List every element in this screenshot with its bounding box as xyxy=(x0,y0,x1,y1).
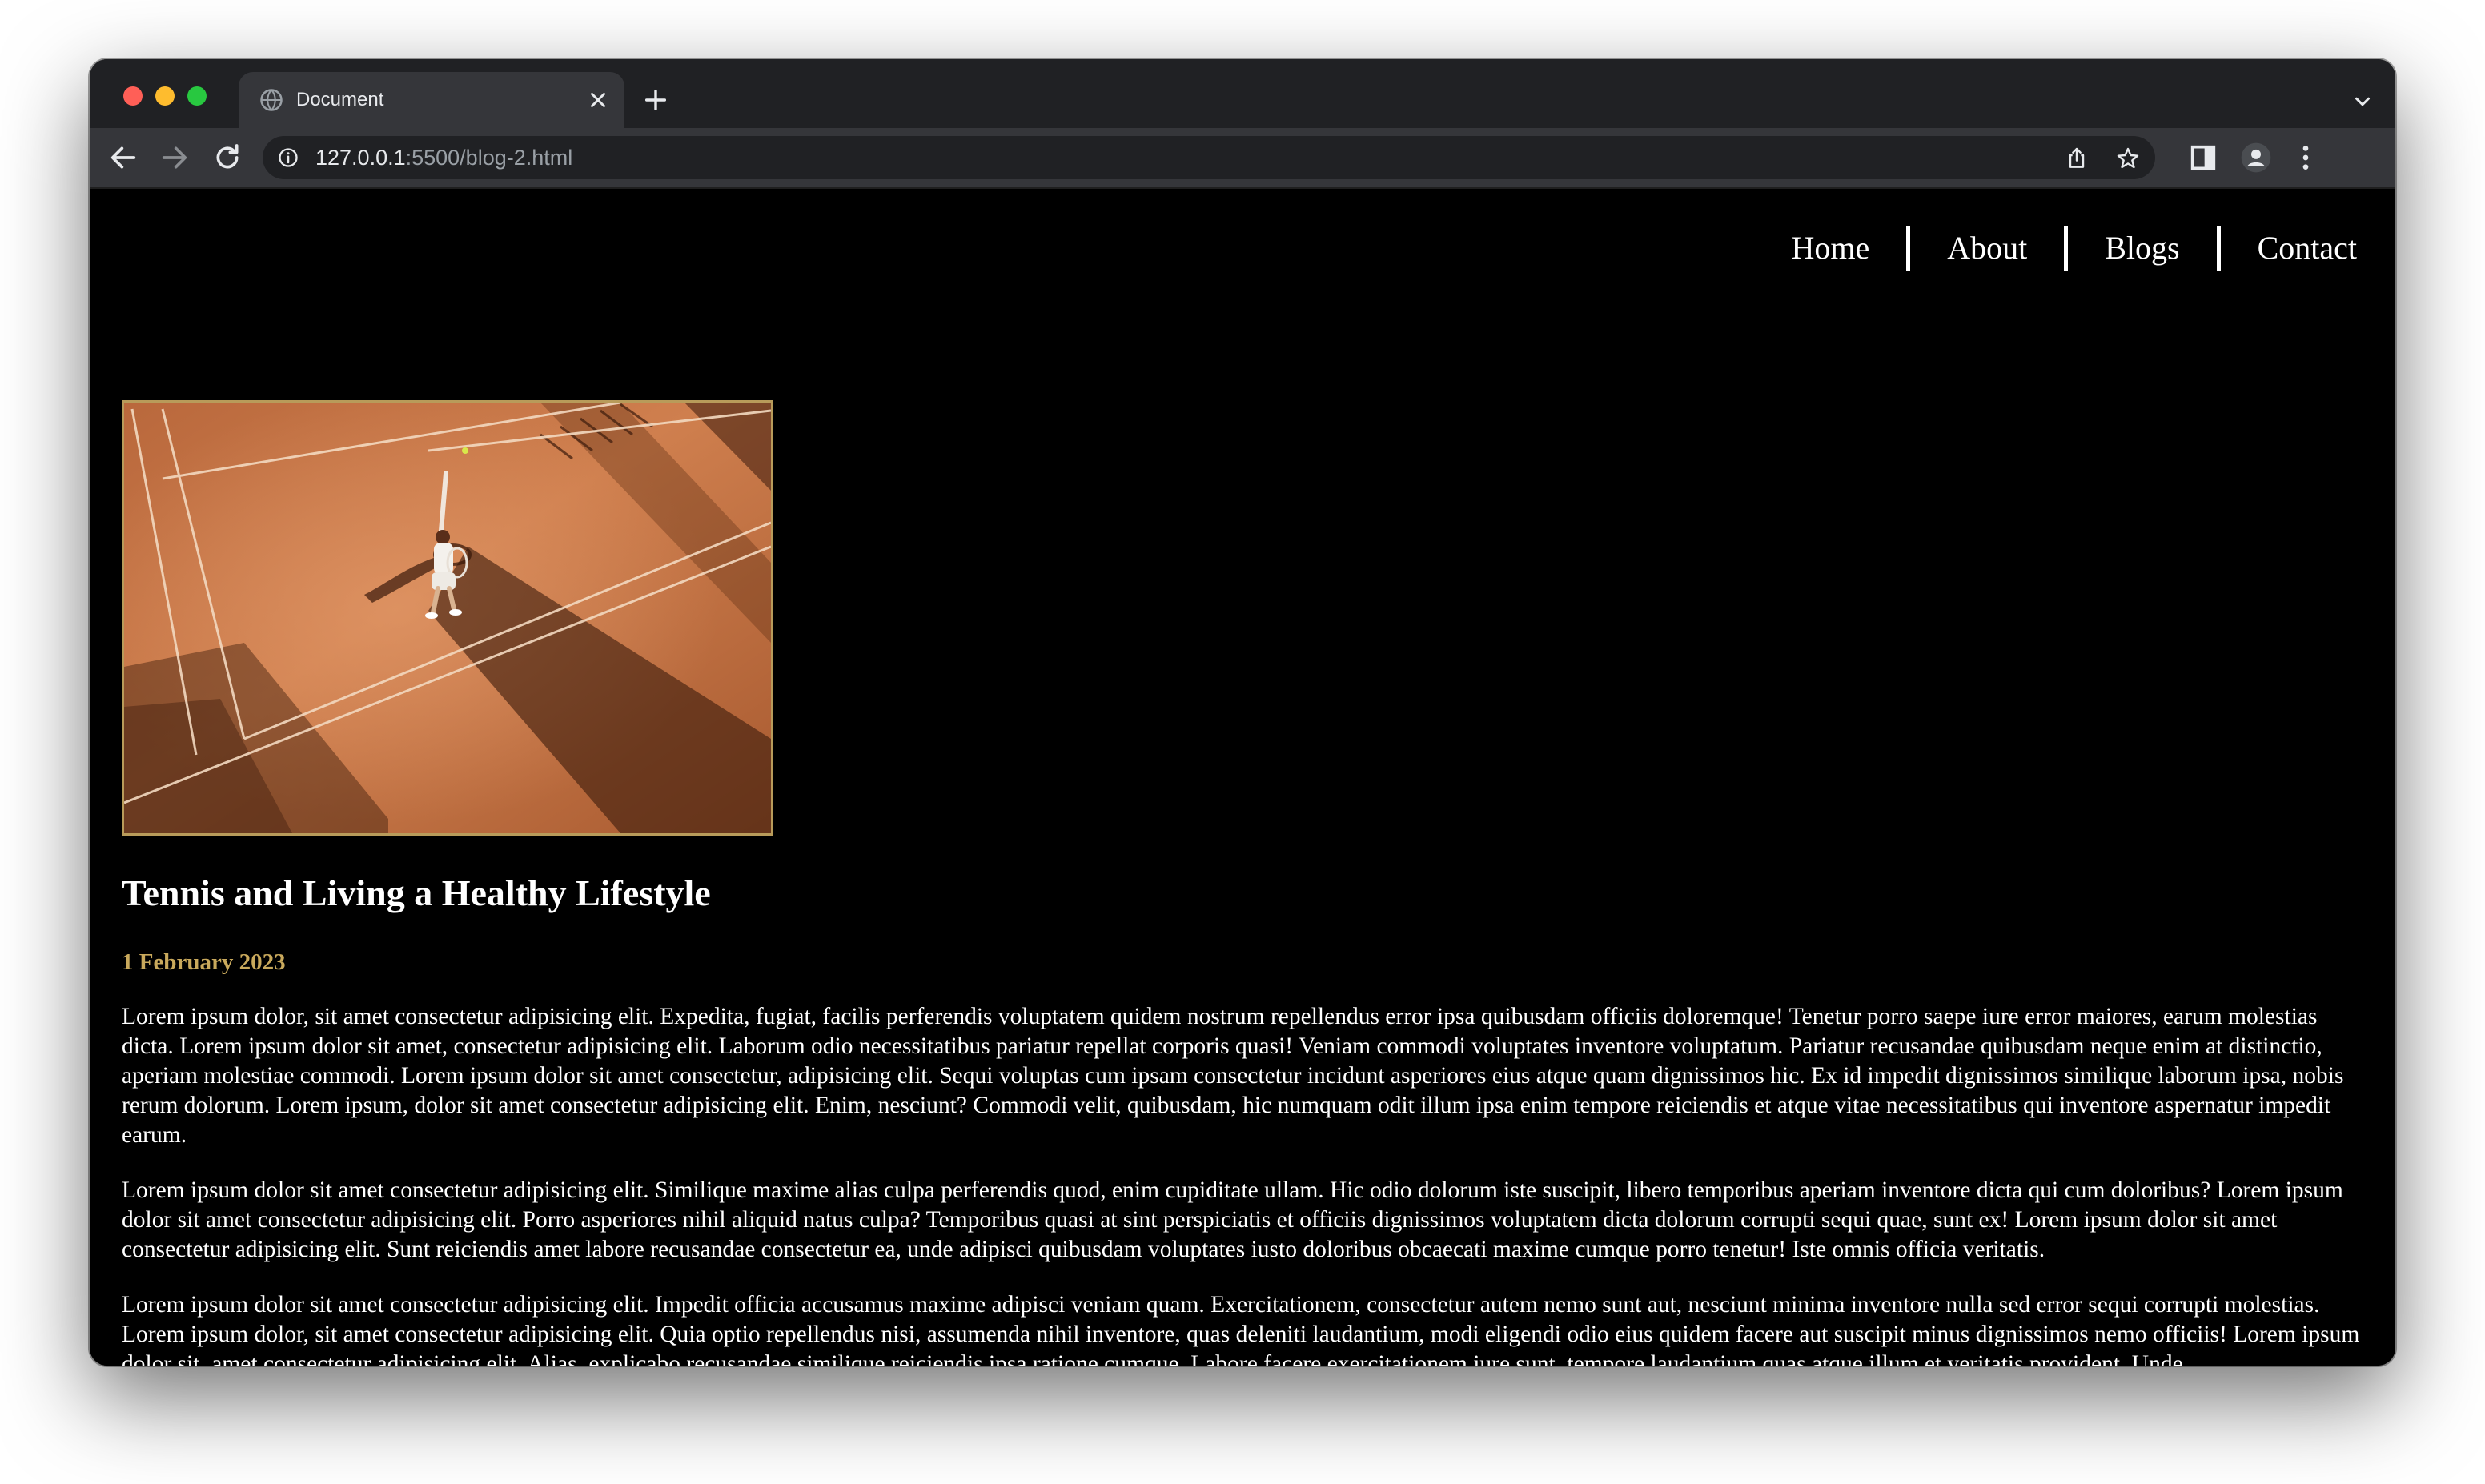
post-hero-image xyxy=(122,400,773,836)
url-host: 127.0.0.1 xyxy=(315,146,406,170)
arrow-right-icon[interactable] xyxy=(159,142,191,174)
post-paragraph: Lorem ipsum dolor sit amet consectetur a… xyxy=(122,1292,2360,1366)
nav-link-about[interactable]: About xyxy=(1910,226,2064,271)
nav-link-blogs[interactable]: Blogs xyxy=(2068,226,2216,271)
page-viewport: Home About Blogs Contact Tennis and Livi… xyxy=(90,189,2395,1366)
plus-icon[interactable] xyxy=(642,86,669,114)
screen: Document 127.0.0.1:5500/blog-2.html Home… xyxy=(0,0,2485,1484)
post-title: Tennis and Living a Healthy Lifestyle xyxy=(122,872,711,913)
tab-title: Document xyxy=(296,89,384,110)
address-bar[interactable]: 127.0.0.1:5500/blog-2.html xyxy=(263,136,2155,179)
star-icon[interactable] xyxy=(2115,146,2141,171)
nav-link-contact[interactable]: Contact xyxy=(2221,226,2357,271)
close-window-button[interactable] xyxy=(123,86,143,106)
kebab-menu-icon[interactable] xyxy=(2290,142,2322,174)
globe-icon xyxy=(260,89,283,111)
tab-strip: Document xyxy=(90,59,2395,128)
post-paragraph: Lorem ipsum dolor sit amet consectetur a… xyxy=(122,1177,2343,1262)
nav-link-home[interactable]: Home xyxy=(1754,226,1906,271)
maximize-window-button[interactable] xyxy=(187,86,207,106)
tab-document[interactable]: Document xyxy=(239,72,624,128)
post-paragraph: Lorem ipsum dolor, sit amet consectetur … xyxy=(122,1004,2344,1148)
side-panel-icon[interactable] xyxy=(2187,142,2219,174)
url-text: 127.0.0.1:5500/blog-2.html xyxy=(315,146,572,170)
site-navigation: Home About Blogs Contact xyxy=(1754,224,2357,272)
close-icon[interactable] xyxy=(586,88,610,112)
share-icon[interactable] xyxy=(2064,146,2090,171)
chevron-down-icon[interactable] xyxy=(2351,90,2375,114)
minimize-window-button[interactable] xyxy=(155,86,175,106)
info-icon[interactable] xyxy=(277,146,299,169)
tennis-court-image xyxy=(124,403,771,833)
browser-toolbar: 127.0.0.1:5500/blog-2.html xyxy=(90,128,2395,189)
url-path: :5500/blog-2.html xyxy=(405,146,573,170)
post-date: 1 February 2023 xyxy=(122,949,286,975)
arrow-left-icon[interactable] xyxy=(107,142,139,174)
post-body: Lorem ipsum dolor, sit amet consectetur … xyxy=(122,1002,2363,1366)
reload-icon[interactable] xyxy=(211,142,243,174)
profile-icon[interactable] xyxy=(2240,142,2272,174)
browser-window: Document 127.0.0.1:5500/blog-2.html Home… xyxy=(90,59,2395,1366)
